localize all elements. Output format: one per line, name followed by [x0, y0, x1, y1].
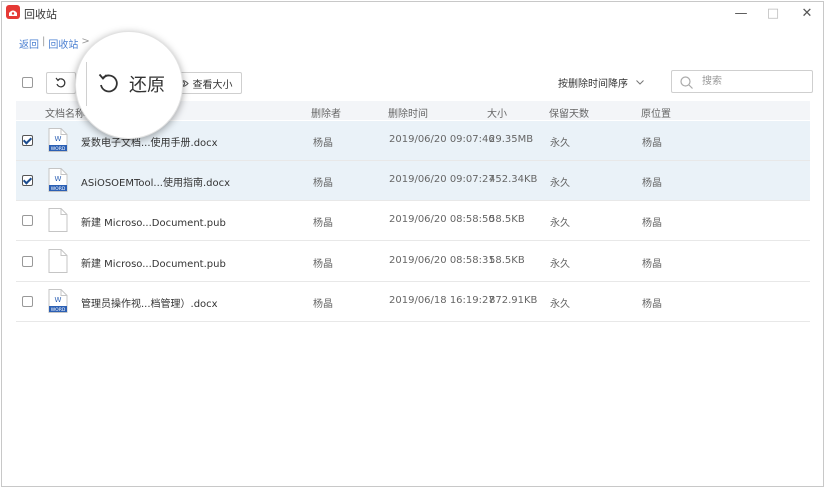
sort-dropdown[interactable]: 按删除时间降序	[558, 75, 644, 90]
cell-deleter: 杨晶	[313, 259, 333, 270]
cell-name: ASiOSOEMTool...使用指南.docx	[81, 178, 231, 189]
svg-text:W: W	[55, 296, 62, 304]
svg-text:W: W	[55, 135, 62, 143]
restore-button-small[interactable]	[46, 72, 76, 94]
cell-name: 新建 Microso...Document.pub	[81, 218, 226, 229]
cell-location: 杨晶	[642, 299, 662, 310]
header-deleter[interactable]: 删除者	[311, 105, 341, 120]
restore-button[interactable]: 还原	[86, 62, 196, 106]
cell-size: 58.5KB	[489, 214, 525, 225]
breadcrumb-separator: |	[42, 36, 46, 47]
table-row[interactable]: W WORD ASiOSOEMTool...使用指南.docx 杨晶 2019/06/2…	[16, 161, 810, 201]
row-checkbox[interactable]	[22, 215, 33, 226]
view-size-label: 查看大小	[192, 79, 233, 91]
cell-location: 杨晶	[642, 259, 662, 270]
cell-size: 29.35MB	[489, 134, 534, 145]
cell-deleter: 杨晶	[313, 299, 333, 310]
title-bar: 回收站 — □ ✕	[2, 2, 823, 24]
svg-text:WORD: WORD	[51, 307, 66, 313]
svg-text:WORD: WORD	[51, 146, 66, 152]
restore-label: 还原	[129, 75, 165, 96]
restore-icon	[98, 73, 118, 93]
svg-text:W: W	[55, 175, 62, 183]
cell-deleter: 杨晶	[313, 218, 333, 229]
breadcrumb: 返回 | 回收站 >	[19, 36, 90, 51]
svg-text:WORD: WORD	[51, 186, 66, 192]
row-checkbox[interactable]	[22, 296, 33, 307]
header-deleted-time[interactable]: 删除时间	[388, 105, 428, 120]
sort-label: 按删除时间降序	[558, 79, 628, 90]
cell-time: 2019/06/20 09:07:27	[389, 174, 495, 185]
table-row[interactable]: W WORD 管理员操作视...档管理）.docx 杨晶 2019/06/18 16:1…	[16, 282, 810, 322]
cell-retention: 永久	[550, 218, 570, 229]
select-all-checkbox[interactable]	[22, 77, 33, 88]
header-location[interactable]: 原位置	[641, 105, 671, 120]
cell-time: 2019/06/20 08:58:31	[389, 255, 495, 266]
row-checkbox[interactable]	[22, 256, 33, 267]
cell-retention: 永久	[550, 138, 570, 149]
cell-deleter: 杨晶	[313, 178, 333, 189]
row-checkbox[interactable]	[22, 135, 33, 146]
close-button[interactable]: ✕	[796, 4, 818, 22]
cell-location: 杨晶	[642, 138, 662, 149]
cell-name: 爱数电子文档...使用手册.docx	[81, 138, 218, 149]
header-size[interactable]: 大小	[487, 105, 507, 120]
cell-retention: 永久	[550, 259, 570, 270]
cell-deleter: 杨晶	[313, 138, 333, 149]
cell-time: 2019/06/18 16:19:27	[389, 295, 495, 306]
cell-size: 58.5KB	[489, 255, 525, 266]
cell-size: 872.91KB	[489, 295, 538, 306]
restore-icon	[55, 77, 66, 88]
cell-time: 2019/06/20 08:58:50	[389, 214, 495, 225]
chevron-down-icon	[636, 80, 644, 85]
cell-name: 新建 Microso...Document.pub	[81, 259, 226, 270]
cell-location: 杨晶	[642, 218, 662, 229]
magnifier-overlay: 还原	[75, 31, 183, 139]
word-file-icon: W WORD	[48, 128, 68, 156]
blank-file-icon	[48, 249, 68, 277]
recycle-bin-window: 回收站 — □ ✕ 返回 | 回收站 > 查看大小 按删除时间降序 文档名称 删…	[1, 1, 824, 487]
cell-name: 管理员操作视...档管理）.docx	[81, 299, 218, 310]
search-icon	[680, 76, 693, 89]
search-input[interactable]	[700, 73, 808, 90]
blank-file-icon	[48, 208, 68, 236]
word-file-icon: W WORD	[48, 168, 68, 196]
maximize-button[interactable]: □	[762, 4, 784, 22]
cell-location: 杨晶	[642, 178, 662, 189]
table-row[interactable]: 新建 Microso...Document.pub 杨晶 2019/06/20 08…	[16, 242, 810, 282]
cell-size: 452.34KB	[489, 174, 538, 185]
word-file-icon: W WORD	[48, 289, 68, 317]
cell-time: 2019/06/20 09:07:46	[389, 134, 495, 145]
table-row[interactable]: 新建 Microso...Document.pub 杨晶 2019/06/20 08…	[16, 201, 810, 241]
breadcrumb-recycle-bin[interactable]: 回收站	[48, 36, 78, 51]
search-box[interactable]	[671, 70, 813, 93]
back-link[interactable]: 返回	[19, 36, 39, 51]
header-retention[interactable]: 保留天数	[549, 105, 589, 120]
recycle-bin-app-icon	[6, 5, 20, 19]
minimize-button[interactable]: —	[730, 4, 752, 22]
row-checkbox[interactable]	[22, 175, 33, 186]
window-title: 回收站	[24, 8, 57, 21]
cell-retention: 永久	[550, 178, 570, 189]
cell-retention: 永久	[550, 299, 570, 310]
